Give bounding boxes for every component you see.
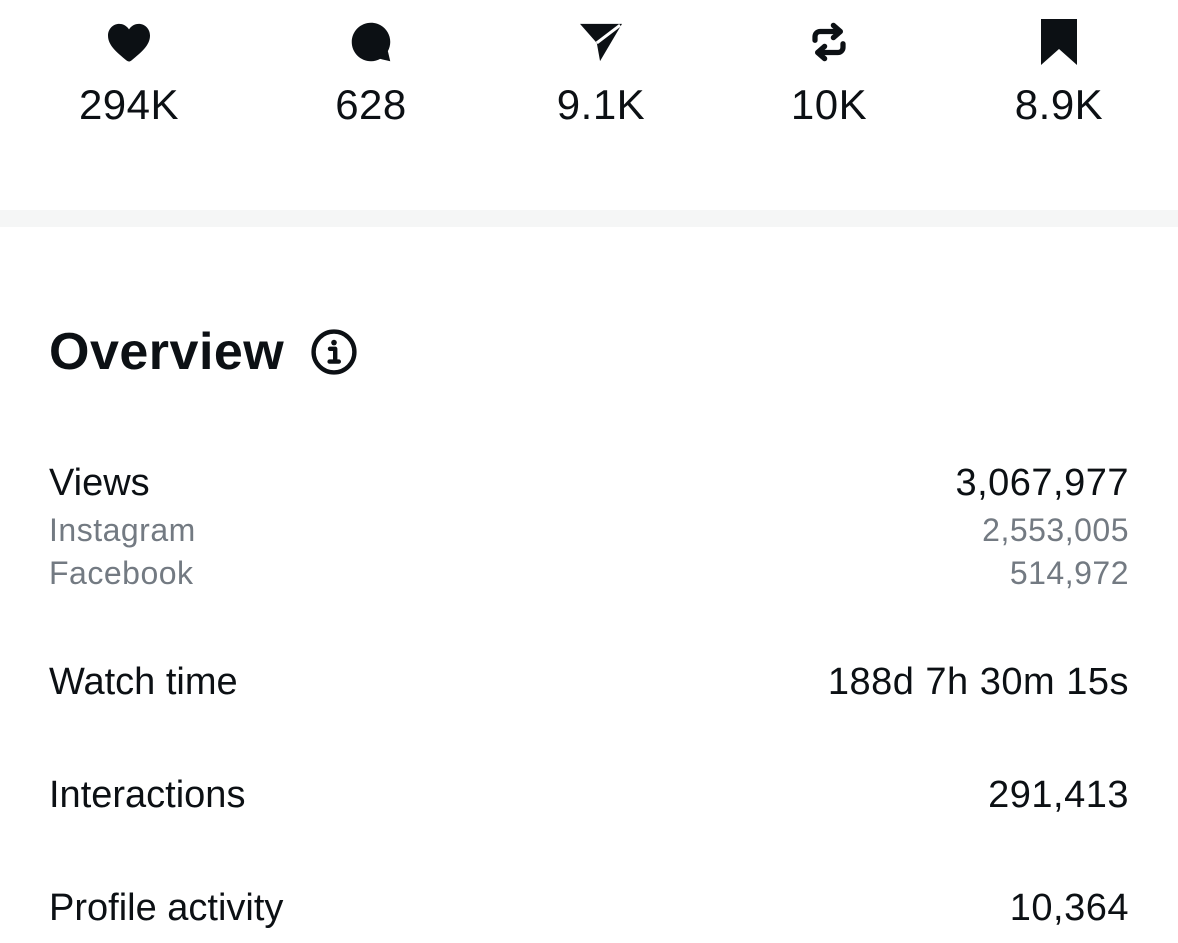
engagement-stats-row: 294K 628 9.1K 10K 8.9K [0, 0, 1178, 210]
bookmark-icon[interactable] [1035, 16, 1083, 68]
comments-stat[interactable]: 628 [271, 16, 471, 136]
views-label: Views [49, 462, 150, 504]
saves-stat[interactable]: 8.9K [959, 16, 1159, 136]
interactions-value: 291,413 [988, 774, 1129, 816]
facebook-value: 514,972 [1009, 555, 1129, 591]
heart-icon[interactable] [105, 16, 153, 68]
interactions-row[interactable]: Interactions 291,413 [49, 774, 1129, 817]
instagram-value: 2,553,005 [982, 512, 1129, 548]
reposts-stat[interactable]: 10K [729, 16, 929, 136]
shares-count: 9.1K [556, 81, 646, 128]
shares-stat[interactable]: 9.1K [501, 16, 701, 136]
reposts-count: 10K [790, 81, 868, 128]
info-icon[interactable] [310, 328, 358, 376]
instagram-label: Instagram [49, 512, 196, 548]
views-breakdown-instagram: Instagram 2,553,005 [49, 512, 1129, 549]
watch-time-label: Watch time [49, 661, 238, 703]
views-value: 3,067,977 [955, 462, 1129, 504]
profile-activity-row[interactable]: Profile activity 10,364 [49, 887, 1129, 930]
section-divider [0, 210, 1178, 227]
comments-count: 628 [335, 81, 407, 128]
watch-time-row[interactable]: Watch time 188d 7h 30m 15s [49, 661, 1129, 704]
likes-stat[interactable]: 294K [29, 16, 229, 136]
comment-bubble-icon[interactable] [347, 16, 395, 68]
send-paper-plane-icon[interactable] [577, 16, 625, 68]
likes-count: 294K [78, 81, 180, 128]
saves-count: 8.9K [1014, 81, 1104, 128]
overview-header: Overview [49, 322, 358, 382]
overview-title: Overview [49, 323, 285, 381]
facebook-label: Facebook [49, 555, 194, 591]
views-row[interactable]: Views 3,067,977 [49, 462, 1129, 505]
views-breakdown-facebook: Facebook 514,972 [49, 555, 1129, 592]
profile-activity-label: Profile activity [49, 887, 284, 929]
interactions-label: Interactions [49, 774, 246, 816]
repost-icon[interactable] [805, 16, 853, 68]
watch-time-value: 188d 7h 30m 15s [827, 661, 1129, 703]
profile-activity-value: 10,364 [1009, 887, 1129, 929]
